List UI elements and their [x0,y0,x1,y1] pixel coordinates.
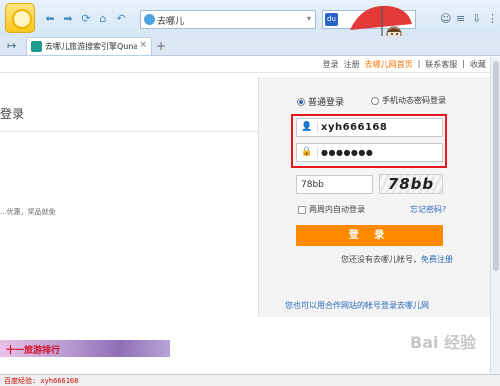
undo-icon[interactable]: ↶ [115,13,127,25]
captcha-input[interactable]: 78bb [296,175,373,194]
no-account-label: 您还没有去哪儿帐号， [341,255,421,264]
radio-selected[interactable] [297,97,305,106]
more-icon[interactable]: ⋮ [487,12,498,25]
forgot-password-link[interactable]: 忘记密码? [410,204,446,215]
header-link-register[interactable]: 注册 [344,59,360,70]
divider [0,72,490,73]
login-button[interactable]: 登 录 [296,225,443,246]
watermark-logo: Bai 经验 [410,333,477,352]
scrollbar-thumb[interactable] [493,61,499,271]
header-link-favorite[interactable]: 收藏 [470,59,486,70]
download-icon[interactable]: ⇩ [472,12,481,25]
radio-unselected[interactable] [371,96,379,105]
banner-text: 十一旅游排行 [6,346,61,356]
tab-title: 去哪儿旅游搜索引擎Qunar [45,42,137,51]
mode-sms-login[interactable]: 手机动态密码登录 [371,95,446,106]
partner-login-link[interactable]: 您也可以用合作网站的帐号登录去哪儿网 [285,300,429,311]
promo-text: ...优惠，奖品就免 [0,208,56,216]
home-icon[interactable]: ⌂ [97,13,109,25]
header-link-login[interactable]: 登录 [323,59,339,70]
auto-login-checkbox[interactable]: 两周内自动登录 [298,204,365,215]
address-text: 去哪儿 [157,17,185,27]
vertical-scrollbar[interactable] [490,57,500,374]
checkbox[interactable] [298,205,306,214]
header-link-home[interactable]: 去哪儿网首页 [365,59,413,70]
status-bar: 百度经验: xyh666168 [0,374,500,386]
auto-login-label: 两周内自动登录 [309,205,365,214]
mode-normal-login[interactable]: 普通登录 [297,95,344,108]
dropdown-arrow-icon[interactable]: ▾ [307,14,311,23]
captcha-image[interactable]: 78bb [379,174,443,194]
menu-icon[interactable]: ≡ [456,12,465,25]
lock-icon: 🔒 [301,147,313,157]
globe-icon [144,14,155,25]
mode-sms-label: 手机动态密码登录 [382,96,446,105]
username-field[interactable]: 👤 xyh666168 [296,118,443,137]
search-engine-icon[interactable]: du [325,13,338,26]
tab-qunar[interactable]: 去哪儿旅游搜索引擎Qunar × [26,37,152,55]
user-icon[interactable]: ☺ [440,12,451,25]
no-account-text: 您还没有去哪儿帐号，免费注册 [341,254,453,265]
tab-bar: ↦ 去哪儿旅游搜索引擎Qunar × + [0,36,500,56]
password-value: ●●●●●●● [321,148,374,157]
sidebar-toggle-icon[interactable]: ↦ [7,39,16,52]
new-tab-button[interactable]: + [156,39,166,53]
qunar-favicon-icon [31,41,42,52]
user-icon: 👤 [301,122,313,132]
username-value: xyh666168 [321,122,388,133]
header-links: 登录 注册 去哪儿网首页 | 联系客服 | 收藏 [322,59,486,70]
password-field[interactable]: 🔒 ●●●●●●● [296,143,443,162]
travel-ranking-banner[interactable]: 十一旅游排行 [0,340,170,357]
refresh-icon[interactable]: ⟳ [80,13,92,25]
login-panel: 普通登录 手机动态密码登录 👤 xyh666168 🔒 ●●●●●●● 78bb… [258,77,490,317]
browser-logo-icon[interactable] [5,3,35,33]
page-title: 登录 [0,107,25,121]
header-link-support[interactable]: 联系客服 [425,59,457,70]
address-bar[interactable]: 去哪儿 ▾ [140,10,316,29]
status-text: 百度经验: xyh666168 [4,377,79,385]
register-link[interactable]: 免费注册 [421,255,453,264]
browser-toolbar: ⬅ ➡ ⟳ ⌂ ↶ 去哪儿 ▾ du ☺ ≡ ⇩ ⋮ [0,0,500,46]
close-icon[interactable]: × [139,40,147,50]
forward-icon[interactable]: ➡ [62,13,74,25]
back-icon[interactable]: ⬅ [44,13,56,25]
mode-normal-label: 普通登录 [308,98,345,108]
